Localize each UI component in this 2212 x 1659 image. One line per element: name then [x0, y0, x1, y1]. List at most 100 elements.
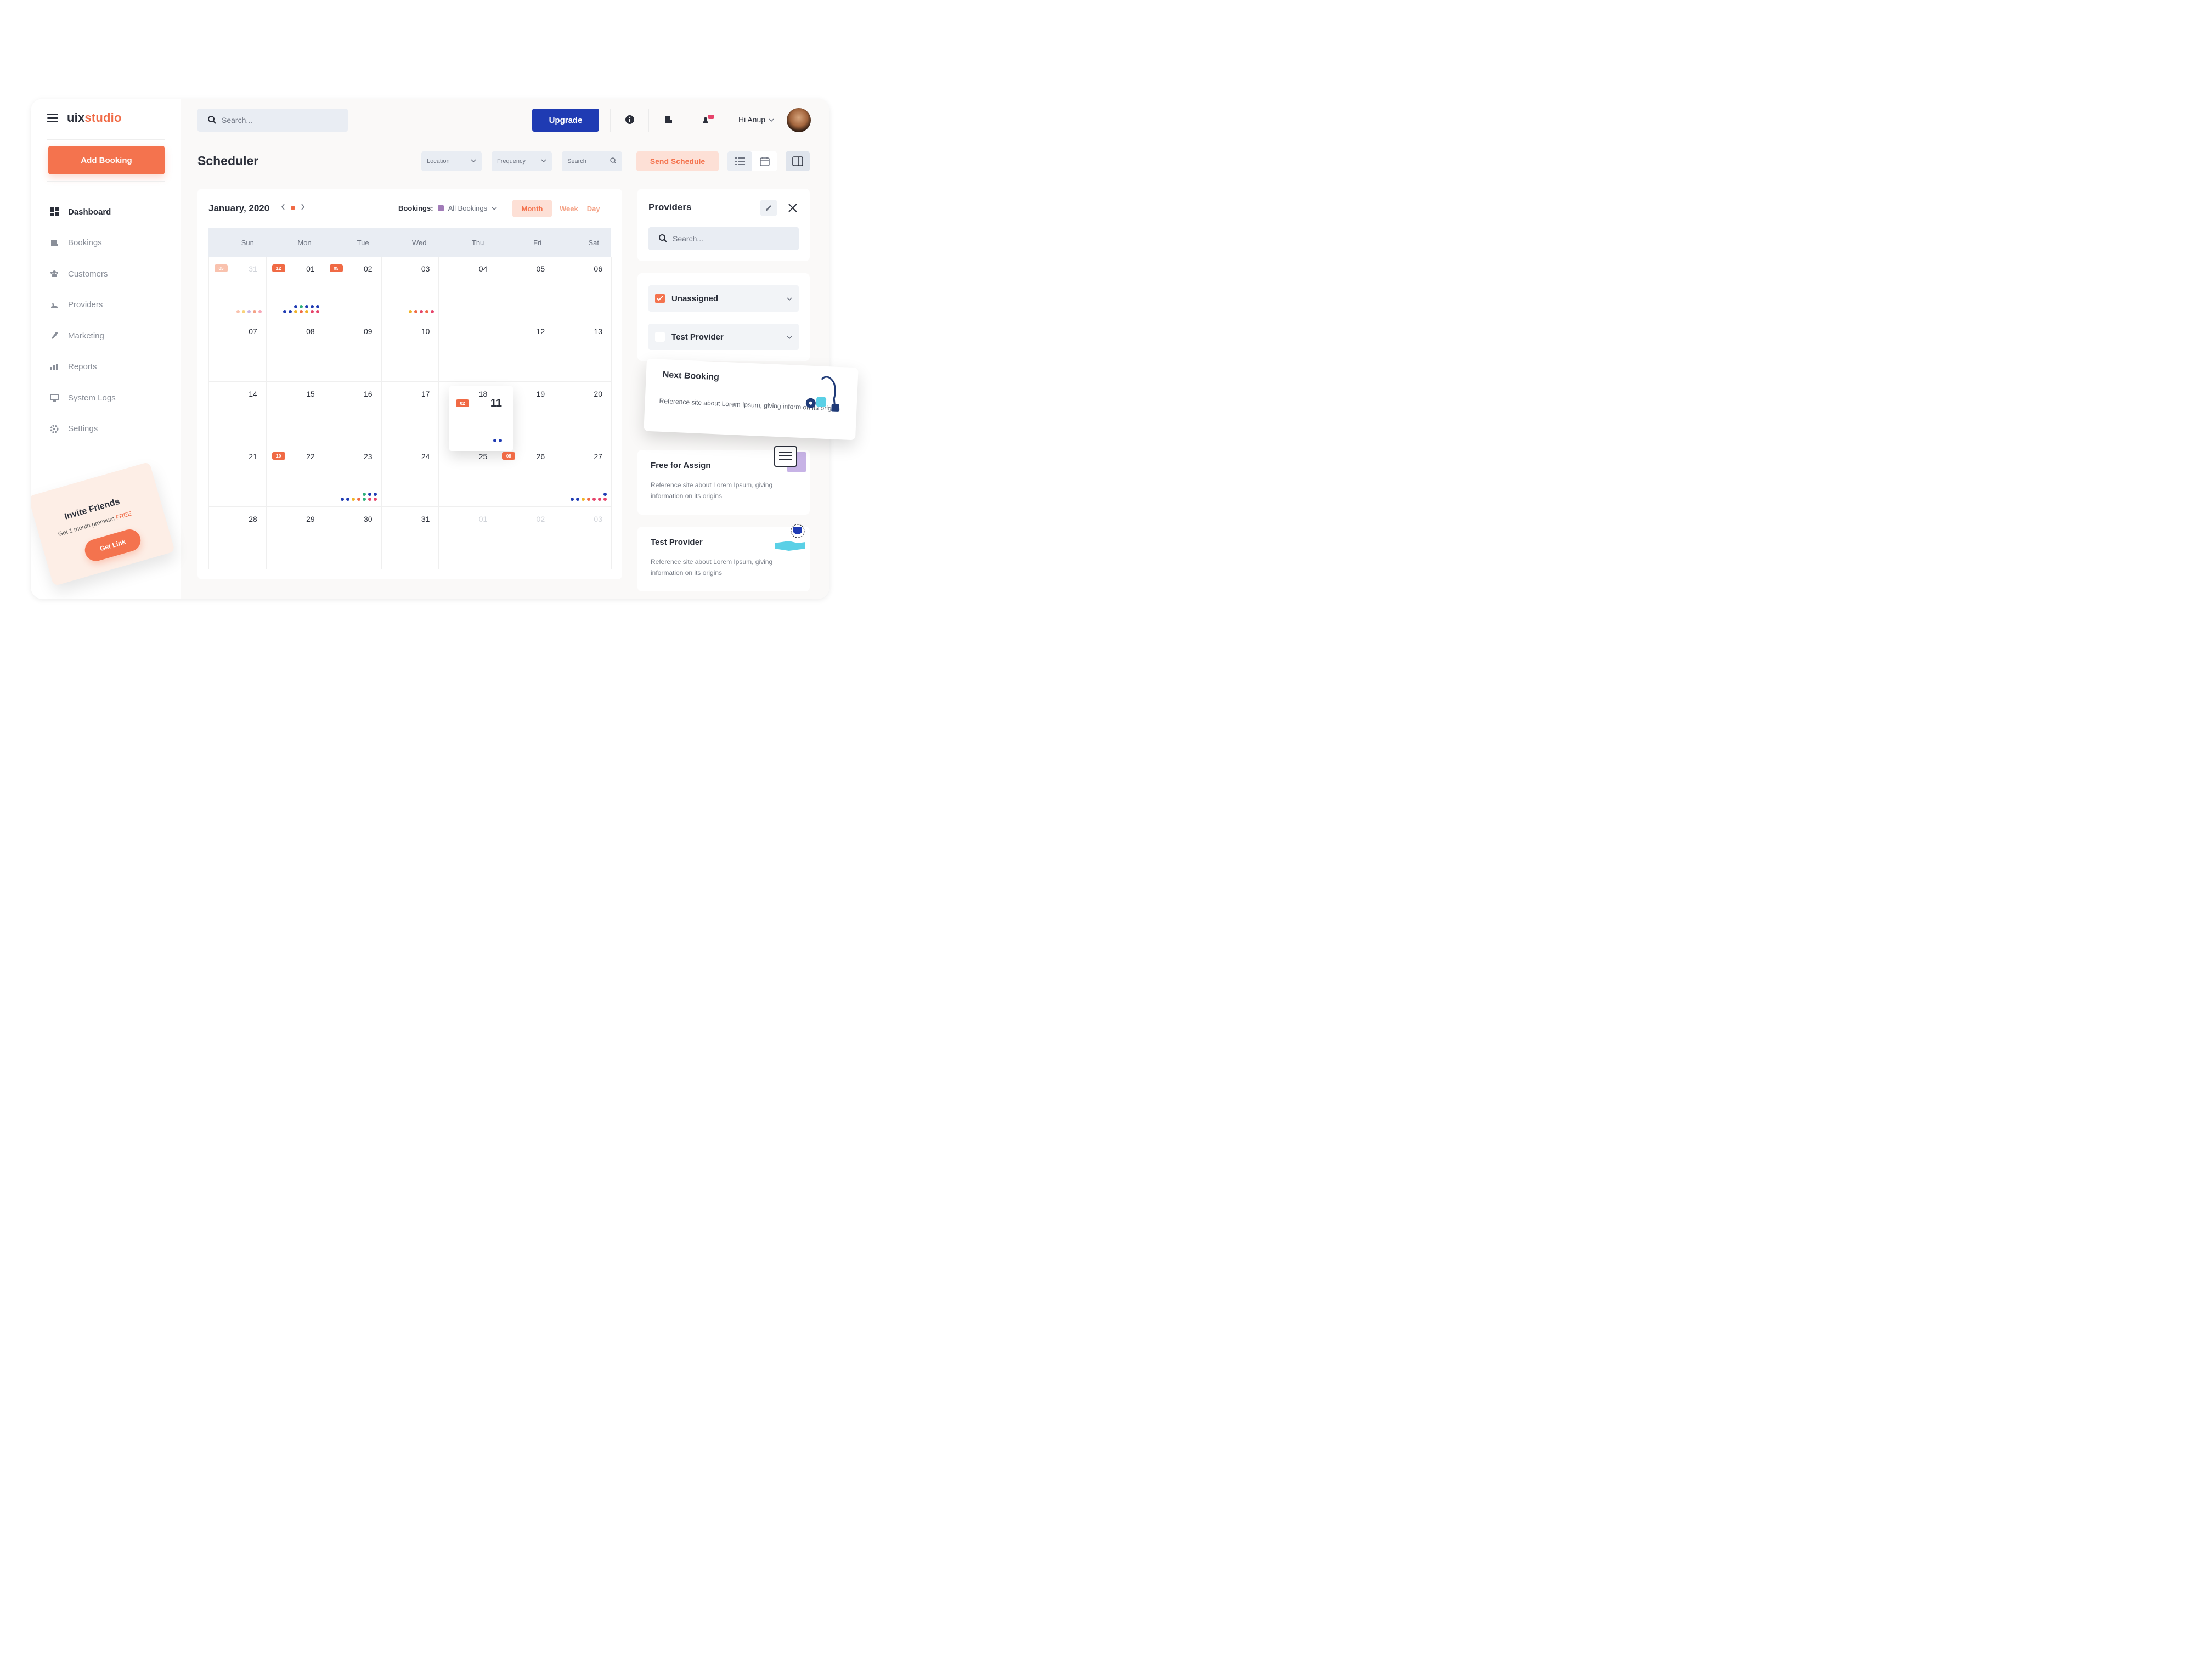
free-for-assign-card[interactable]: Free for Assign Reference site about Lor…	[637, 446, 810, 515]
sidebar-item-bookings[interactable]: Bookings	[49, 228, 116, 259]
chevron-down-icon[interactable]	[787, 332, 792, 342]
logo-part2: studio	[84, 111, 122, 125]
booking-count-badge[interactable]: 05	[215, 264, 228, 272]
bookings-filter[interactable]: Bookings: All Bookings	[398, 204, 497, 212]
calendar-day-cell[interactable]: 25	[439, 444, 497, 507]
calendar-day-cell[interactable]: 05	[496, 257, 555, 319]
scheduler-search-input[interactable]: Search	[562, 151, 622, 171]
location-select[interactable]: Location	[421, 151, 482, 171]
calendar-day-cell[interactable]: 02 05	[324, 257, 382, 319]
get-link-button[interactable]: Get Link	[82, 527, 144, 564]
calendar-day-cell[interactable]: 20	[554, 382, 612, 444]
providers-search-input[interactable]: Search...	[648, 227, 799, 250]
chevron-left-icon[interactable]	[281, 203, 285, 213]
user-menu[interactable]: Hi Anup	[738, 115, 774, 124]
calendar-day-cell[interactable]: 23	[324, 444, 382, 507]
today-dot-icon[interactable]	[291, 206, 295, 210]
calendar-day-cell[interactable]: 27	[554, 444, 612, 507]
booking-dot	[368, 498, 371, 501]
add-booking-button[interactable]: Add Booking	[48, 146, 165, 174]
calendar-view-icon[interactable]	[752, 151, 777, 171]
chevron-down-icon	[769, 115, 774, 124]
checkbox-unchecked-icon[interactable]	[655, 332, 665, 342]
calendar-day-cell[interactable]: 26 08	[496, 444, 555, 507]
weekday-label: Sat	[588, 238, 600, 247]
calendar-day-cell[interactable]: 01	[439, 507, 497, 569]
calendar-day-cell[interactable]: 06	[554, 257, 612, 319]
booking-dot-row	[294, 305, 319, 308]
page-title: Scheduler	[198, 154, 259, 168]
provider-row-test-provider[interactable]: Test Provider	[648, 324, 799, 350]
tab-week[interactable]: Week	[552, 200, 586, 217]
calendar-day-cell[interactable]: 18	[439, 382, 497, 444]
calendar-day-cell[interactable]: 15	[266, 382, 324, 444]
calendar-day-cell[interactable]: 16	[324, 382, 382, 444]
calendar-day-cell[interactable]: 19	[496, 382, 555, 444]
calendar-day-cell[interactable]: 01 12	[266, 257, 324, 319]
info-icon[interactable]	[623, 113, 636, 126]
calendar-day-cell[interactable]: 22 10	[266, 444, 324, 507]
sidebar-item-dashboard[interactable]: Dashboard	[49, 196, 116, 228]
booking-count-badge[interactable]: 05	[329, 264, 343, 272]
calendar-day-cell[interactable]: 21	[209, 444, 267, 507]
calendar-day-cell[interactable]: 14	[209, 382, 267, 444]
calendar-day-cell[interactable]	[439, 319, 497, 382]
close-icon[interactable]	[785, 200, 801, 216]
calendar-day-cell[interactable]: 13	[554, 319, 612, 382]
frequency-select[interactable]: Frequency	[492, 151, 552, 171]
calendar-day-cell[interactable]: 17	[381, 382, 439, 444]
booking-dots	[570, 493, 607, 501]
chevron-right-icon[interactable]	[301, 203, 305, 213]
calendar-day-cell[interactable]: 10	[381, 319, 439, 382]
calendar-day-cell[interactable]: 08	[266, 319, 324, 382]
edit-icon[interactable]	[760, 200, 777, 216]
calendar-day-cell[interactable]: 03	[554, 507, 612, 569]
search-icon	[207, 115, 216, 126]
calendar-day-cell[interactable]: 28	[209, 507, 267, 569]
next-booking-card[interactable]: Next Booking Reference site about Lorem …	[644, 358, 859, 441]
booking-dot	[315, 305, 319, 308]
sidebar-item-settings[interactable]: Settings	[49, 414, 116, 445]
list-view-icon[interactable]	[727, 151, 752, 171]
avatar[interactable]	[787, 108, 811, 132]
calendar-day-cell[interactable]: 31	[381, 507, 439, 569]
send-schedule-button[interactable]: Send Schedule	[636, 151, 719, 171]
hamburger-menu-icon[interactable]	[47, 114, 58, 122]
card-title: Next Booking	[662, 370, 720, 382]
panel-toggle-icon[interactable]	[786, 151, 810, 171]
weekday-label: Wed	[411, 238, 427, 247]
sidebar-item-customers[interactable]: Customers	[49, 258, 116, 290]
day-number: 06	[594, 264, 602, 273]
booking-count-badge[interactable]: 12	[272, 264, 285, 272]
calendar-day-cell[interactable]: 09	[324, 319, 382, 382]
sidebar-item-providers[interactable]: Providers	[49, 290, 116, 321]
calendar-day-cell[interactable]: 24	[381, 444, 439, 507]
chevron-down-icon[interactable]	[787, 294, 792, 303]
upgrade-button[interactable]: Upgrade	[532, 109, 599, 132]
calendar-day-cell[interactable]: 29	[266, 507, 324, 569]
card-title: Free for Assign	[651, 461, 711, 470]
calendar-day-cell[interactable]: 12	[496, 319, 555, 382]
tab-month[interactable]: Month	[512, 200, 552, 217]
calendar-day-cell[interactable]: 07	[209, 319, 267, 382]
booking-dot-row	[283, 310, 319, 313]
calendar-day-cell[interactable]: 30	[324, 507, 382, 569]
sidebar-item-reports[interactable]: Reports	[49, 352, 116, 383]
test-provider-card[interactable]: Test Provider Reference site about Lorem…	[637, 524, 810, 591]
tab-day[interactable]: Day	[586, 200, 608, 217]
calendar-day-cell[interactable]: 02	[496, 507, 555, 569]
calendar-day-cell[interactable]: 03	[381, 257, 439, 319]
booking-count-badge[interactable]: 08	[502, 452, 516, 460]
sidebar-item-marketing[interactable]: Marketing	[49, 320, 116, 352]
booking-count-badge[interactable]: 10	[272, 452, 285, 460]
global-search-input[interactable]: Search...	[198, 109, 348, 132]
calendar-day-cell[interactable]: 04	[439, 257, 497, 319]
providers-list: Unassigned Test Provider	[637, 273, 810, 361]
notification-bell-icon[interactable]	[701, 113, 714, 126]
checkbox-checked-icon[interactable]	[655, 294, 665, 303]
provider-row-unassigned[interactable]: Unassigned	[648, 285, 799, 312]
sidebar-item-system-logs[interactable]: System Logs	[49, 382, 116, 414]
calendar-day-cell[interactable]: 31 05	[209, 257, 267, 319]
booking-dot	[315, 310, 319, 313]
messages-icon[interactable]	[662, 113, 675, 126]
